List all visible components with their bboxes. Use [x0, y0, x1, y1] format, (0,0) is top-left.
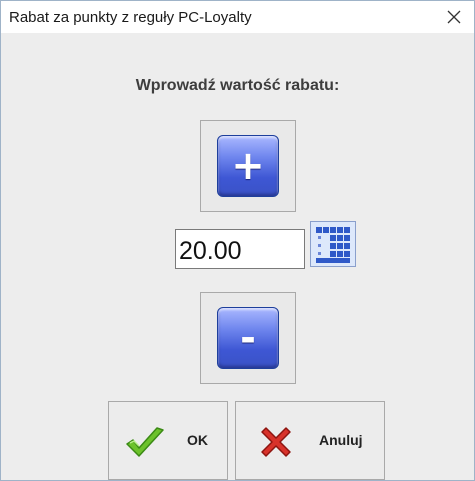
minus-icon: -	[240, 316, 256, 360]
minus-button-face: -	[217, 307, 279, 369]
window-title: Rabat za punkty z reguły PC-Loyalty	[9, 9, 252, 26]
discount-dialog: Rabat za punkty z reguły PC-Loyalty Wpro…	[0, 0, 475, 481]
ok-label: OK	[187, 432, 208, 448]
close-icon	[447, 10, 461, 24]
discount-value-input[interactable]	[175, 229, 305, 269]
cross-icon	[261, 427, 291, 457]
title-bar: Rabat za punkty z reguły PC-Loyalty	[1, 1, 474, 33]
increment-button[interactable]: +	[200, 120, 296, 212]
cancel-label: Anuluj	[319, 432, 363, 448]
ok-button[interactable]: OK	[108, 401, 228, 480]
checkmark-icon	[126, 427, 164, 457]
keypad-button[interactable]	[310, 221, 356, 267]
plus-icon: +	[231, 143, 265, 189]
cancel-button[interactable]: Anuluj	[235, 401, 385, 480]
plus-button-face: +	[217, 135, 279, 197]
close-button[interactable]	[434, 1, 474, 33]
decrement-button[interactable]: -	[200, 292, 296, 384]
keypad-icon	[316, 227, 350, 263]
prompt-label: Wprowadź wartość rabatu:	[135, 77, 340, 94]
